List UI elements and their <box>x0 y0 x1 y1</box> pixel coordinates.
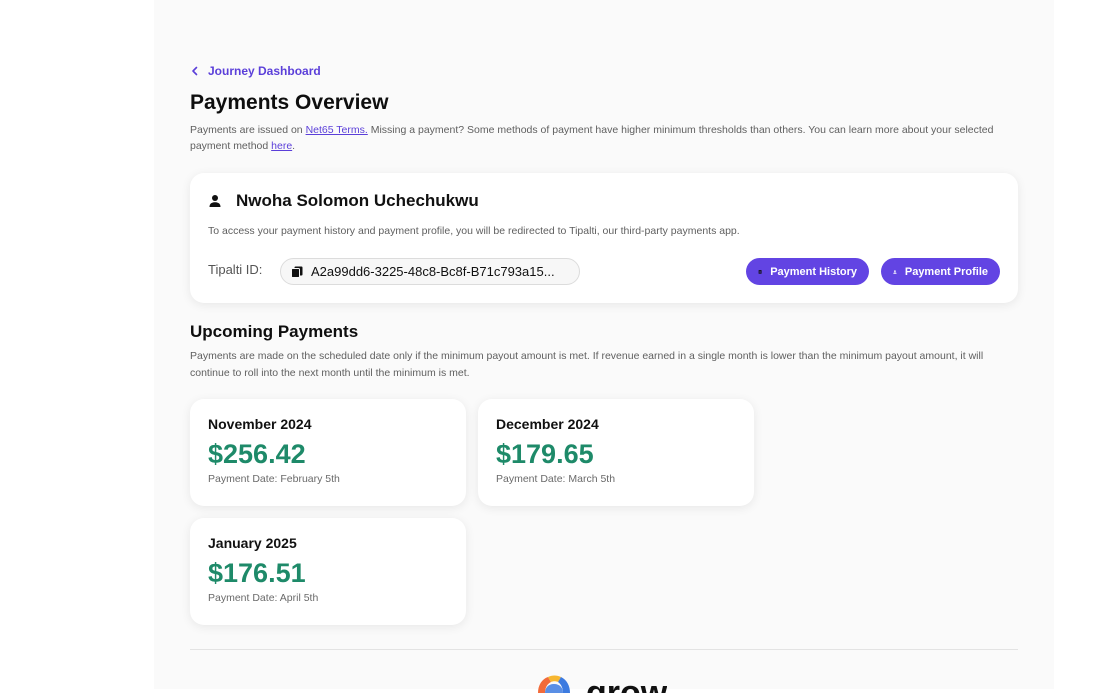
payment-month: December 2024 <box>496 416 599 432</box>
payment-card: January 2025 $176.51 Payment Date: April… <box>190 518 466 625</box>
user-icon <box>208 194 222 208</box>
payment-amount: $176.51 <box>208 558 306 589</box>
footer-logo: grow <box>534 673 667 693</box>
payment-card: December 2024 $179.65 Payment Date: Marc… <box>478 399 754 506</box>
page-title: Payments Overview <box>190 91 388 115</box>
upcoming-payments-description: Payments are made on the scheduled date … <box>190 348 1020 382</box>
tipalti-id-copy-chip[interactable]: A2a99dd6-3225-48c8-Bc8f-B71c793a15... <box>280 258 580 285</box>
net65-terms-link[interactable]: Net65 Terms. <box>306 124 368 136</box>
user-icon <box>893 267 897 277</box>
page-intro: Payments are issued on Net65 Terms. Miss… <box>190 122 1020 154</box>
breadcrumb-label: Journey Dashboard <box>208 64 321 78</box>
grow-logo-icon <box>534 673 578 693</box>
copy-icon <box>291 266 303 278</box>
payment-amount: $179.65 <box>496 439 594 470</box>
profile-name-row: Nwoha Solomon Uchechukwu <box>208 191 479 211</box>
footer-divider <box>190 649 1018 650</box>
main-content: Journey Dashboard Payments Overview Paym… <box>154 57 1054 689</box>
upcoming-payments-title: Upcoming Payments <box>190 322 358 342</box>
intro-text-end: . <box>292 140 295 152</box>
top-spacer <box>0 0 1109 57</box>
intro-text-start: Payments are issued on <box>190 124 306 136</box>
tipalti-id-value: A2a99dd6-3225-48c8-Bc8f-B71c793a15... <box>311 264 571 279</box>
payment-month: January 2025 <box>208 535 297 551</box>
payment-history-button[interactable]: Payment History <box>746 258 869 285</box>
payment-profile-button[interactable]: Payment Profile <box>881 258 1000 285</box>
payment-amount: $256.42 <box>208 439 306 470</box>
payment-profile-label: Payment Profile <box>905 266 988 278</box>
profile-name: Nwoha Solomon Uchechukwu <box>236 191 479 211</box>
grow-logo-text: grow <box>586 676 667 693</box>
payment-card: November 2024 $256.42 Payment Date: Febr… <box>190 399 466 506</box>
payment-month: November 2024 <box>208 416 312 432</box>
payment-date: Payment Date: April 5th <box>208 592 318 604</box>
receipt-icon <box>758 267 762 277</box>
top-spacer-inner <box>154 0 1054 57</box>
breadcrumb[interactable]: Journey Dashboard <box>190 63 321 79</box>
tipalti-id-label: Tipalti ID: <box>208 262 262 277</box>
profile-description: To access your payment history and payme… <box>208 225 740 237</box>
payment-profile-card: Nwoha Solomon Uchechukwu To access your … <box>190 173 1018 303</box>
payment-date: Payment Date: February 5th <box>208 473 340 485</box>
payment-date: Payment Date: March 5th <box>496 473 615 485</box>
payment-history-label: Payment History <box>770 266 857 278</box>
chevron-left-icon <box>190 66 200 76</box>
payment-method-help-link[interactable]: here <box>271 140 292 152</box>
